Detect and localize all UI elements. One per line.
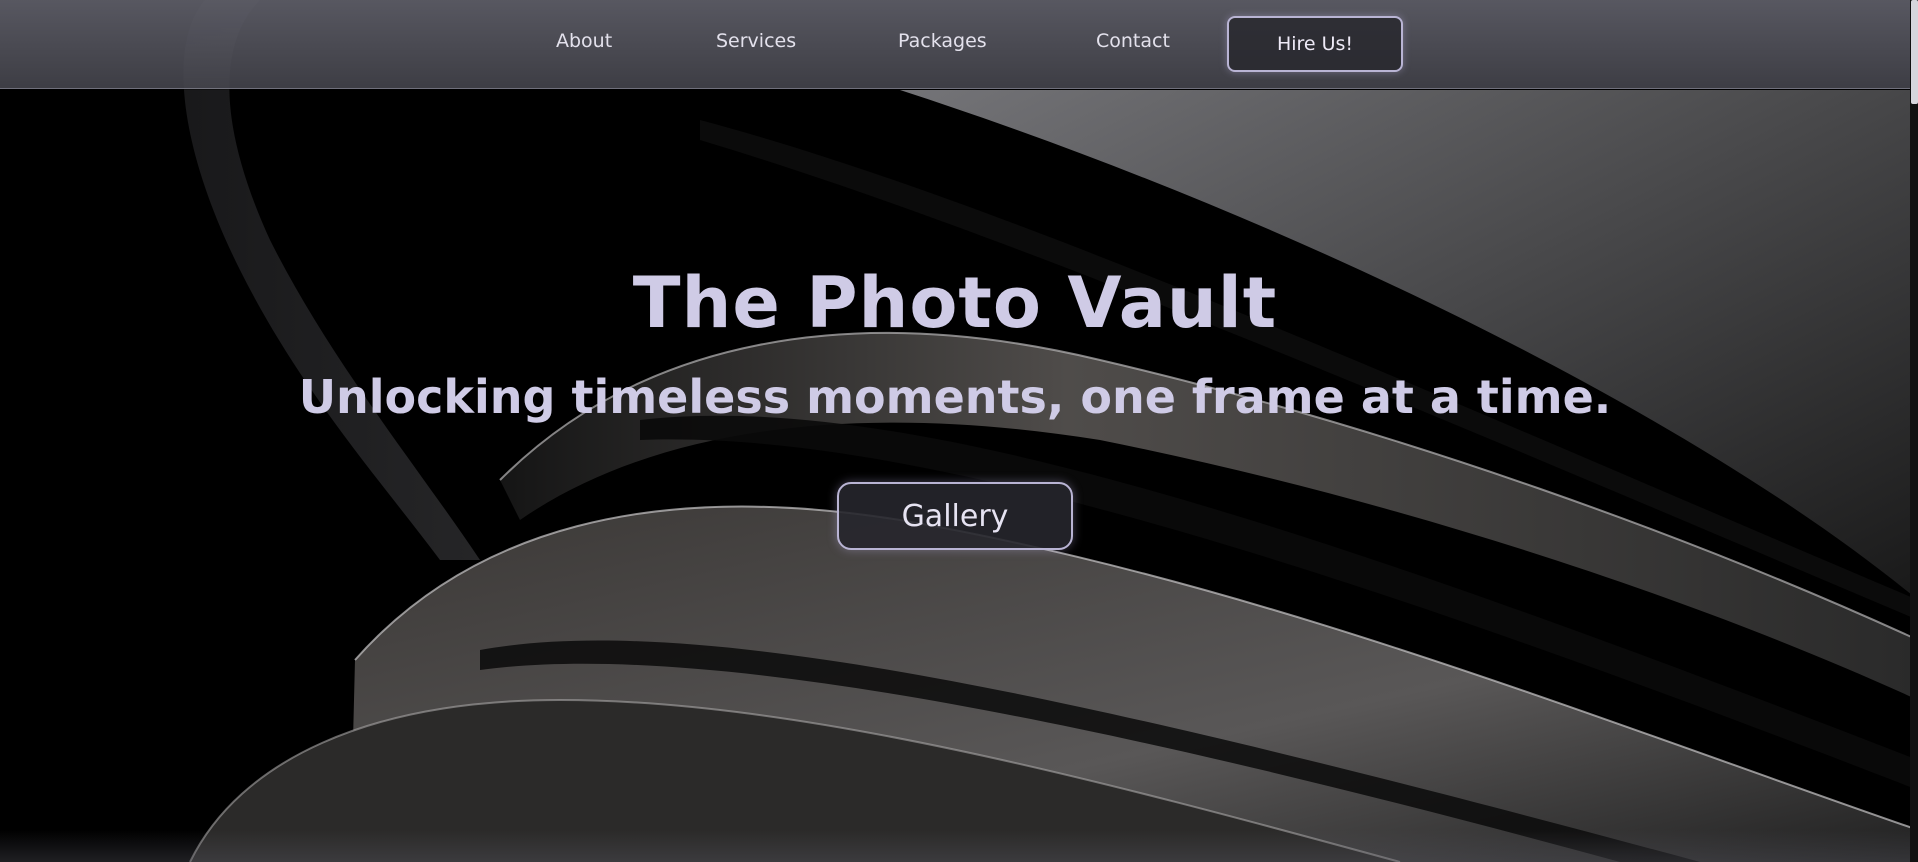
scrollbar-thumb[interactable] <box>1911 0 1918 104</box>
nav-link-packages[interactable]: Packages <box>898 30 987 52</box>
top-navbar: About Services Packages Contact Hire Us! <box>0 0 1910 89</box>
page: About Services Packages Contact Hire Us!… <box>0 0 1918 862</box>
hero-background-image <box>0 0 1918 862</box>
hero-subtitle: Unlocking timeless moments, one frame at… <box>298 370 1612 424</box>
hire-us-button[interactable]: Hire Us! <box>1227 16 1403 72</box>
hero-title: The Photo Vault <box>632 262 1278 344</box>
nav-link-contact[interactable]: Contact <box>1096 30 1170 52</box>
nav-link-about[interactable]: About <box>556 30 612 52</box>
scrollbar-track[interactable] <box>1910 0 1918 862</box>
gallery-button[interactable]: Gallery <box>837 482 1073 550</box>
bottom-fade <box>0 830 1910 862</box>
nav-link-services[interactable]: Services <box>716 30 796 52</box>
